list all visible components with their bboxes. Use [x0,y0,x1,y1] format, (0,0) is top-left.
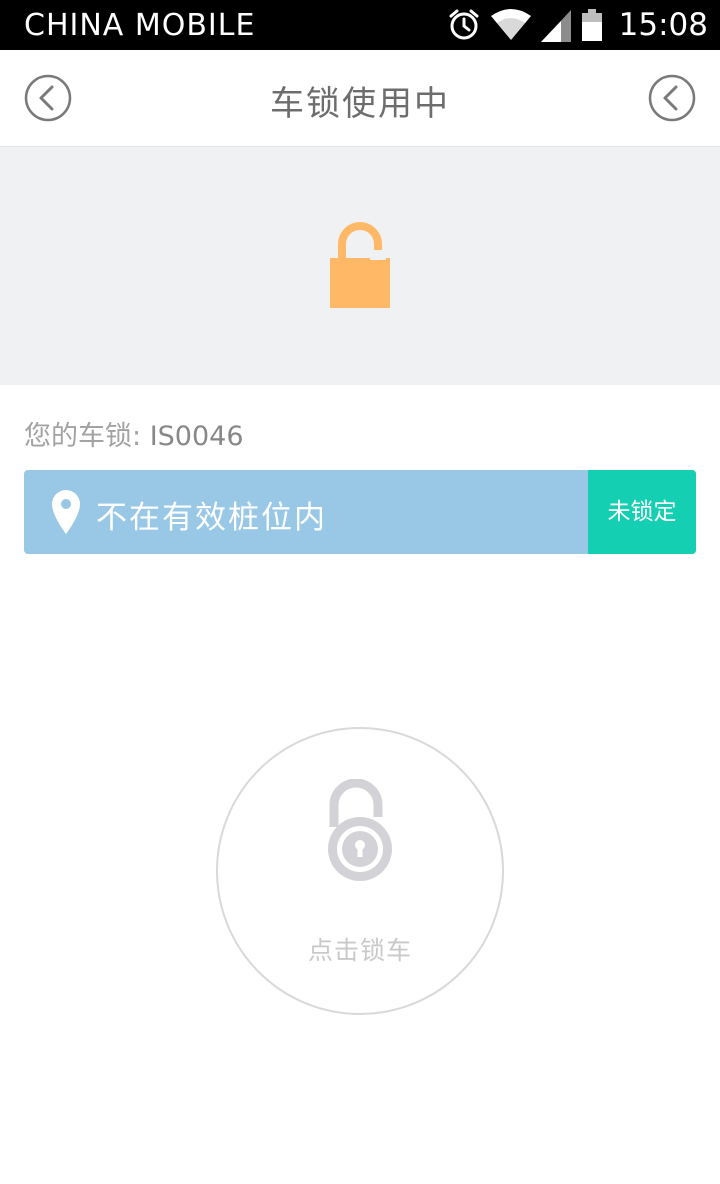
lock-car-button[interactable]: 点击锁车 [216,727,504,1015]
right-back-button[interactable] [648,74,696,122]
unlocked-padlock-icon [328,779,392,881]
clock: 15:08 [618,7,708,43]
unlocked-padlock-icon [330,222,390,308]
wifi-icon [490,9,531,40]
location-pin-icon [52,490,80,534]
lock-state-badge: 未锁定 [588,470,696,554]
lock-id-row: 您的车锁: IS0046 [24,414,244,453]
alarm-icon [449,9,479,40]
carrier-name: CHINA MOBILE [24,8,256,43]
lock-id-value: IS0046 [149,421,244,452]
back-circle-icon [648,74,696,122]
lock-car-label: 点击锁车 [307,936,412,965]
nav-bar: 车锁使用中 [0,50,720,147]
status-bar: CHINA MOBILE 15:08 [0,0,720,50]
signal-icon [540,10,571,42]
page-title: 车锁使用中 [270,84,450,124]
location-status-bar: 不在有效桩位内 未锁定 [24,470,696,554]
lock-id-label: 您的车锁: [24,421,142,452]
location-status-text: 不在有效桩位内 [96,500,327,536]
battery-icon [581,9,602,41]
status-icons: 15:08 [447,0,708,50]
